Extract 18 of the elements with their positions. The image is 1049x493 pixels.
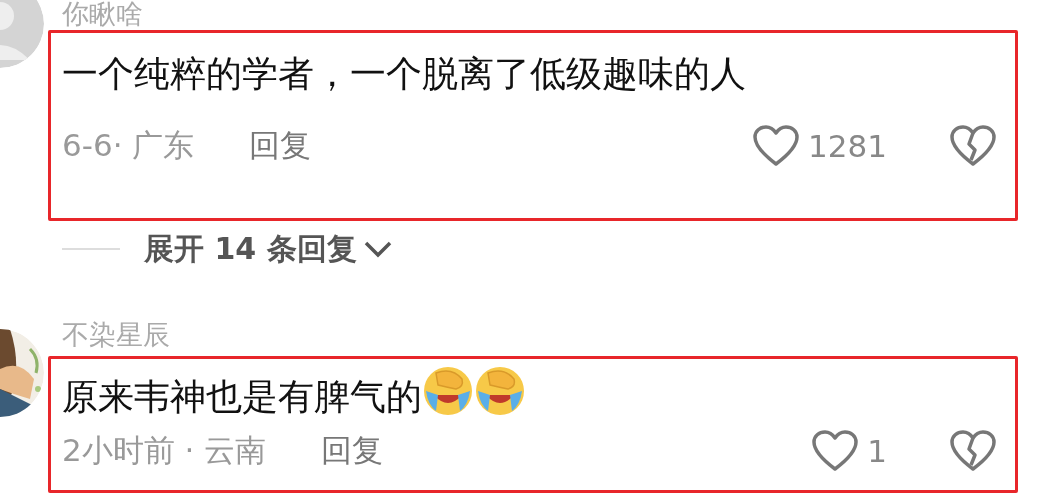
broken-heart-icon[interactable] xyxy=(949,124,997,168)
comment-meta: 2小时前 · 云南 xyxy=(62,431,267,470)
heart-icon[interactable] xyxy=(752,124,801,168)
broken-heart-icon[interactable] xyxy=(949,429,997,473)
comment-text: 一个纯粹的学者，一个脱离了低级趣味的人 xyxy=(62,52,747,96)
reply-link[interactable]: 回复 xyxy=(249,125,312,167)
heart-icon[interactable] xyxy=(811,429,860,473)
comment-meta: 6-6· 广东 xyxy=(62,126,195,165)
chevron-down-icon xyxy=(362,239,393,259)
expand-replies-button[interactable]: 展开 14 条回复 xyxy=(144,228,393,270)
reply-link[interactable]: 回复 xyxy=(321,430,384,472)
username[interactable]: 你瞅啥 xyxy=(62,0,997,28)
like-count: 1281 xyxy=(808,128,887,164)
comment-text: 原来韦神也是有脾气的 xyxy=(62,365,997,421)
emoji-icon xyxy=(422,365,474,417)
username[interactable]: 不染星辰 xyxy=(62,321,997,349)
emoji-icon xyxy=(474,365,526,417)
like-count: 1 xyxy=(867,433,887,469)
